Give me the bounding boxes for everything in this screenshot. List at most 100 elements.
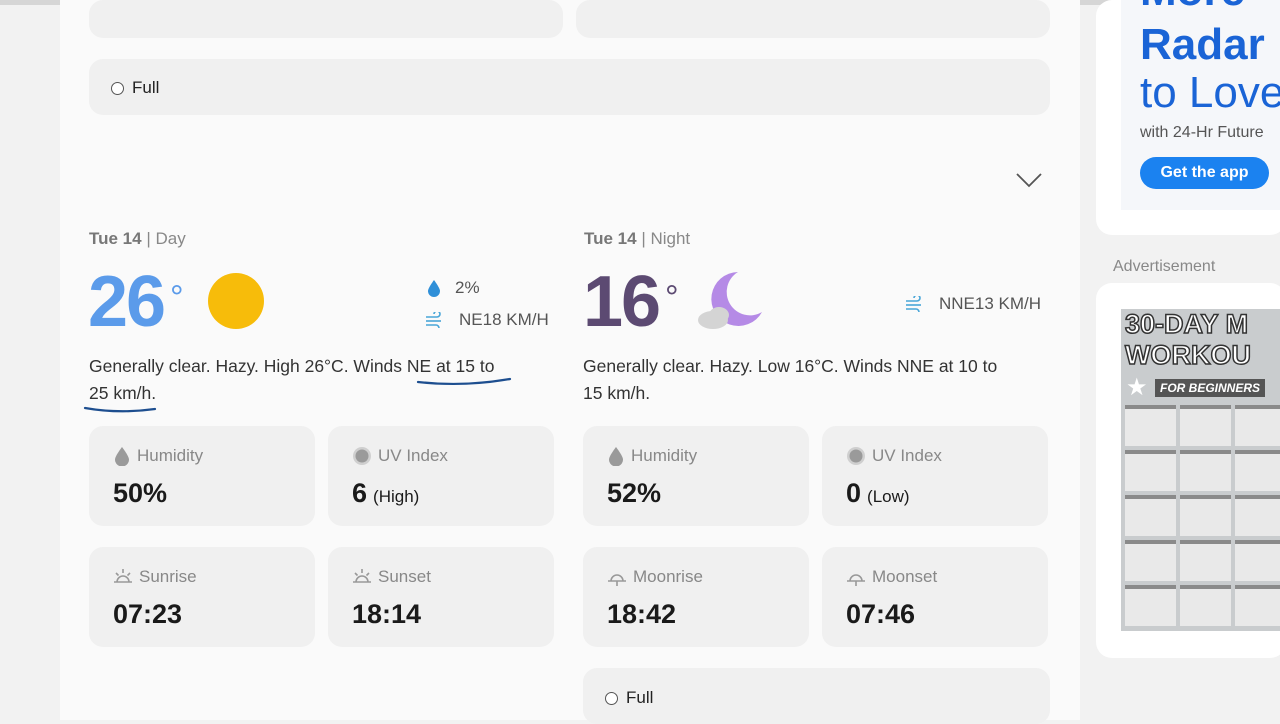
- sunset-tile: Sunset 18:14: [328, 547, 554, 647]
- day-humidity-tile: Humidity 50%: [89, 426, 315, 526]
- moonrise-value: 18:42: [607, 599, 677, 629]
- ad-workout-grid: [1125, 405, 1280, 629]
- day-wind-value: NE18 KM/H: [459, 310, 549, 329]
- day-date: Tue 14: [89, 229, 142, 248]
- moonset-tile: Moonset 07:46: [822, 547, 1048, 647]
- day-temperature: 26 °: [88, 266, 184, 338]
- humidity-drop-icon: [115, 447, 129, 466]
- night-temperature: 16 °: [583, 266, 679, 338]
- raindrop-icon: [428, 280, 440, 297]
- day-uv-tile: UV Index 6 (High): [328, 426, 554, 526]
- grid-cell: [1235, 405, 1280, 446]
- day-temp-value: 26: [88, 262, 166, 342]
- day-desc-part4: .: [151, 383, 157, 403]
- grid-cell: [1180, 495, 1231, 536]
- annotation-underline-2: [83, 406, 157, 413]
- night-date-label: Tue 14 | Night: [584, 229, 690, 249]
- day-precipitation: 2%: [427, 278, 480, 298]
- grid-cell: [1125, 405, 1176, 446]
- night-uv-value: 0: [846, 478, 862, 508]
- day-degree-symbol: °: [170, 279, 184, 317]
- ad-title-1: 30-DAY M: [1124, 309, 1249, 340]
- sunset-label: Sunset: [378, 567, 431, 586]
- moonset-label: Moonset: [872, 567, 938, 586]
- grid-cell: [1125, 585, 1176, 626]
- night-date: Tue 14: [584, 229, 637, 248]
- grid-cell: [1125, 450, 1176, 491]
- chevron-down-icon[interactable]: [1015, 171, 1043, 189]
- grid-cell: [1125, 495, 1176, 536]
- moonrise-label: Moonrise: [633, 567, 703, 586]
- promo-line1: More: [1140, 0, 1245, 16]
- grid-cell: [1180, 450, 1231, 491]
- night-humidity-label: Humidity: [631, 446, 698, 465]
- ad-image[interactable]: 30-DAY M WORKOU ★ FOR BEGINNERS: [1121, 309, 1280, 631]
- grid-cell: [1235, 450, 1280, 491]
- night-uv-label: UV Index: [872, 446, 942, 465]
- star-icon: ★: [1126, 374, 1148, 401]
- ad-title-2: WORKOU: [1124, 339, 1251, 371]
- grid-cell: [1235, 585, 1280, 626]
- sunrise-icon: [114, 569, 132, 583]
- get-the-app-button[interactable]: Get the app: [1140, 157, 1269, 189]
- day-uv-level: (High): [373, 487, 420, 506]
- uv-icon: [353, 447, 371, 465]
- annotation-underline-1: [416, 377, 512, 386]
- night-humidity-value: 52%: [607, 478, 662, 508]
- grid-cell: [1125, 540, 1176, 581]
- grid-cell: [1180, 405, 1231, 446]
- promo-line4: with 24-Hr Future: [1140, 124, 1264, 141]
- grid-cell: [1180, 585, 1231, 626]
- day-desc-part3: 25 km/h: [89, 383, 152, 403]
- night-period: | Night: [641, 229, 691, 248]
- day-period: | Day: [146, 229, 186, 248]
- day-humidity-value: 50%: [113, 478, 168, 508]
- moonset-value: 07:46: [846, 599, 916, 629]
- sun-icon: [208, 273, 264, 329]
- grid-cell: [1235, 495, 1280, 536]
- ad-card: 30-DAY M WORKOU ★ FOR BEGINNERS: [1096, 283, 1280, 658]
- day-desc-part2: NE at 15 to: [406, 356, 495, 376]
- night-uv-level: (Low): [867, 487, 910, 506]
- sunrise-value: 07:23: [113, 599, 183, 629]
- day-desc-part1: Generally clear. Hazy. High 26°C. Winds: [89, 356, 407, 376]
- night-wind-value: NNE13 KM/H: [939, 294, 1042, 313]
- grid-cell: [1235, 540, 1280, 581]
- wind-icon: [906, 296, 921, 312]
- promo-line3: to Love: [1140, 68, 1280, 117]
- wind-icon: [426, 312, 441, 328]
- full-radio[interactable]: [605, 691, 618, 705]
- promo-line2: Radar: [1140, 20, 1265, 69]
- full-label: Full: [132, 78, 160, 97]
- grid-cell: [1180, 540, 1231, 581]
- full-radio[interactable]: [111, 81, 124, 95]
- night-uv-value-row: 0 (Low): [846, 478, 910, 509]
- uv-icon: [847, 447, 865, 465]
- day-precip-value: 2%: [455, 278, 480, 297]
- moonrise-icon: [608, 574, 626, 586]
- moonset-icon: [847, 574, 865, 586]
- full-option-card[interactable]: Full: [89, 59, 1050, 115]
- humidity-drop-icon: [609, 447, 623, 466]
- sunrise-label: Sunrise: [139, 567, 197, 586]
- previous-tile-left: [89, 0, 563, 38]
- night-description: Generally clear. Hazy. Low 16°C. Winds N…: [583, 356, 998, 403]
- sunrise-tile: Sunrise 07:23: [89, 547, 315, 647]
- moonrise-tile: Moonrise 18:42: [583, 547, 809, 647]
- promo-card: More Radar to Love with 24-Hr Future Get…: [1096, 0, 1280, 235]
- promo-panel: More Radar to Love with 24-Hr Future Get…: [1121, 0, 1280, 210]
- sunset-icon: [353, 569, 371, 583]
- night-degree-symbol: °: [665, 279, 679, 317]
- day-uv-value-row: 6 (High): [352, 478, 419, 509]
- day-uv-label: UV Index: [378, 446, 448, 465]
- night-humidity-tile: Humidity 52%: [583, 426, 809, 526]
- night-uv-tile: UV Index 0 (Low): [822, 426, 1048, 526]
- advertisement-label: Advertisement: [1113, 258, 1216, 275]
- night-wind: NNE13 KM/H: [905, 294, 1041, 314]
- previous-tile-right: [576, 0, 1050, 38]
- sunset-value: 18:14: [352, 599, 422, 629]
- full-option-card-bottom[interactable]: Full: [583, 668, 1050, 724]
- night-temp-value: 16: [583, 262, 661, 342]
- ad-subtitle: FOR BEGINNERS: [1155, 379, 1266, 397]
- day-uv-value: 6: [352, 478, 368, 508]
